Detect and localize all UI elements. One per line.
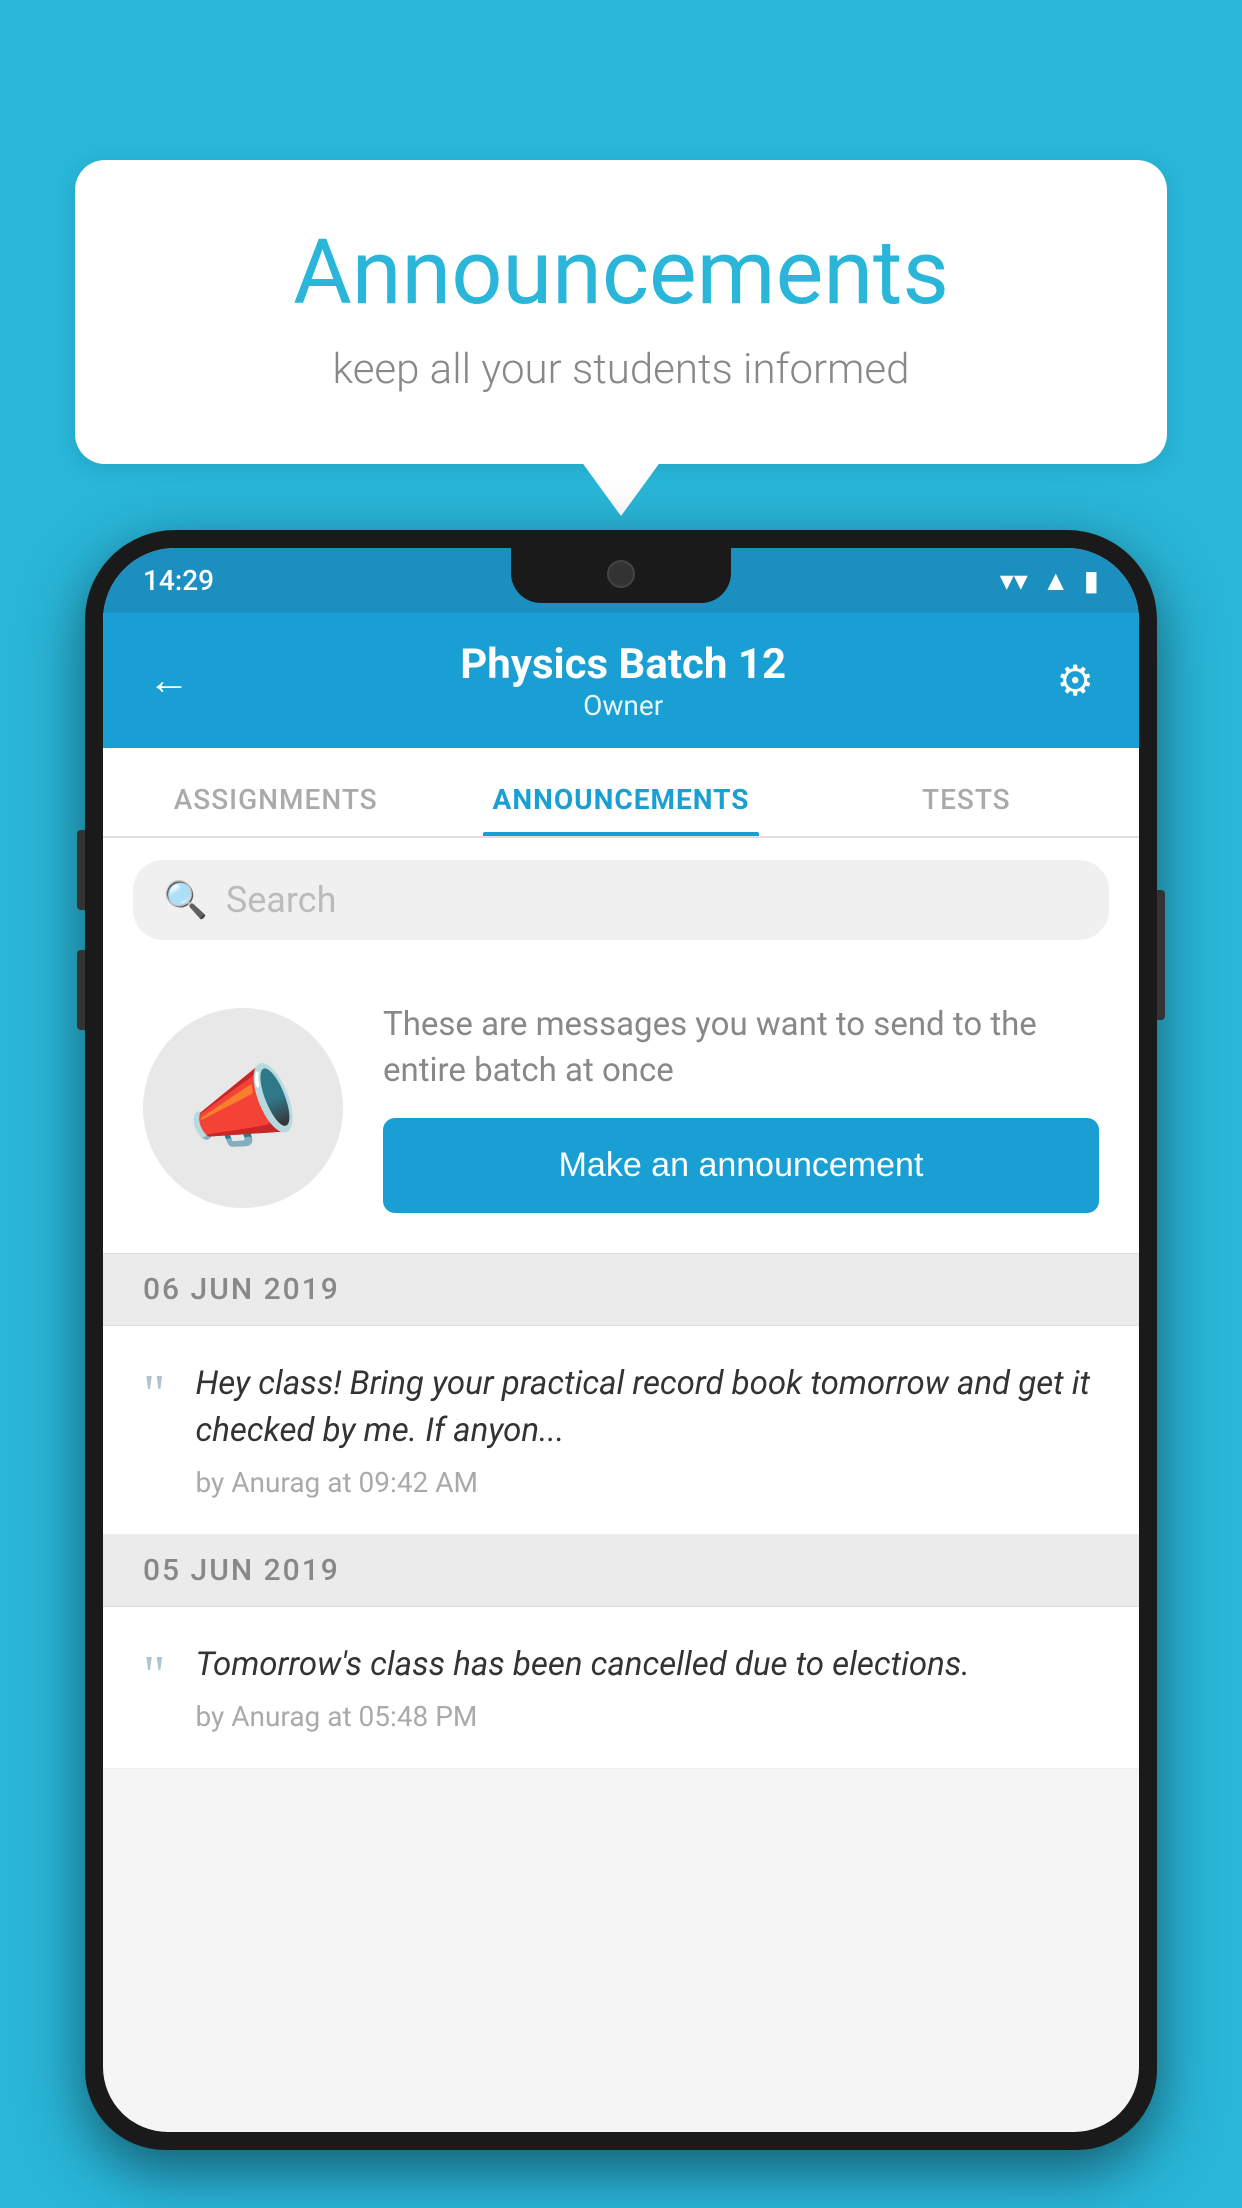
speech-bubble-section: Announcements keep all your students inf… — [75, 160, 1167, 464]
tab-assignments[interactable]: ASSIGNMENTS — [103, 783, 448, 836]
batch-title: Physics Batch 12 — [460, 640, 786, 689]
search-container: 🔍 Search — [103, 838, 1139, 962]
tabs-bar: ASSIGNMENTS ANNOUNCEMENTS TESTS — [103, 748, 1139, 838]
phone-outer-shell: 14:29 ▾▾ ▲ ▮ ← Physics Batch 12 Owner ⚙ — [85, 530, 1157, 2150]
batch-role: Owner — [460, 689, 786, 722]
speech-bubble-title: Announcements — [155, 220, 1087, 325]
make-announcement-button[interactable]: Make an announcement — [383, 1118, 1099, 1213]
signal-icon: ▲ — [1042, 564, 1070, 597]
tab-announcements[interactable]: ANNOUNCEMENTS — [448, 783, 793, 836]
front-camera — [607, 560, 635, 588]
speech-bubble-subtitle: keep all your students informed — [155, 345, 1087, 394]
app-header: ← Physics Batch 12 Owner ⚙ — [103, 613, 1139, 748]
wifi-icon: ▾▾ — [1000, 564, 1028, 597]
date-separator-2: 05 JUN 2019 — [103, 1535, 1139, 1607]
prompt-right: These are messages you want to send to t… — [383, 1002, 1099, 1213]
search-icon: 🔍 — [163, 879, 208, 921]
power-button — [1157, 890, 1165, 1020]
announcement-text-1: Hey class! Bring your practical record b… — [195, 1361, 1099, 1453]
date-separator-1: 06 JUN 2019 — [103, 1254, 1139, 1326]
status-icons: ▾▾ ▲ ▮ — [1000, 564, 1099, 597]
phone-notch — [511, 548, 731, 603]
status-time: 14:29 — [143, 564, 214, 597]
volume-down-button — [77, 950, 85, 1030]
announcement-content-1: Hey class! Bring your practical record b… — [195, 1361, 1099, 1498]
announcement-item-1[interactable]: " Hey class! Bring your practical record… — [103, 1326, 1139, 1534]
settings-icon[interactable]: ⚙ — [1056, 656, 1094, 706]
megaphone-icon: 📣 — [187, 1055, 299, 1160]
quote-icon-1: " — [143, 1366, 165, 1421]
search-bar[interactable]: 🔍 Search — [133, 860, 1109, 940]
search-placeholder: Search — [226, 879, 337, 921]
volume-up-button — [77, 830, 85, 910]
battery-icon: ▮ — [1084, 564, 1099, 597]
announcement-text-2: Tomorrow's class has been cancelled due … — [195, 1642, 1099, 1688]
quote-icon-2: " — [143, 1647, 165, 1702]
announcement-meta-2: by Anurag at 05:48 PM — [195, 1700, 1099, 1733]
phone-mockup: 14:29 ▾▾ ▲ ▮ ← Physics Batch 12 Owner ⚙ — [85, 530, 1157, 2208]
phone-screen: 14:29 ▾▾ ▲ ▮ ← Physics Batch 12 Owner ⚙ — [103, 548, 1139, 2132]
announcement-meta-1: by Anurag at 09:42 AM — [195, 1466, 1099, 1499]
announcement-content-2: Tomorrow's class has been cancelled due … — [195, 1642, 1099, 1733]
prompt-description: These are messages you want to send to t… — [383, 1002, 1099, 1094]
megaphone-circle: 📣 — [143, 1008, 343, 1208]
announcement-prompt: 📣 These are messages you want to send to… — [103, 962, 1139, 1254]
speech-bubble-card: Announcements keep all your students inf… — [75, 160, 1167, 464]
tab-tests[interactable]: TESTS — [794, 783, 1139, 836]
header-center: Physics Batch 12 Owner — [460, 640, 786, 722]
announcement-item-2[interactable]: " Tomorrow's class has been cancelled du… — [103, 1607, 1139, 1769]
back-button[interactable]: ← — [148, 656, 190, 705]
